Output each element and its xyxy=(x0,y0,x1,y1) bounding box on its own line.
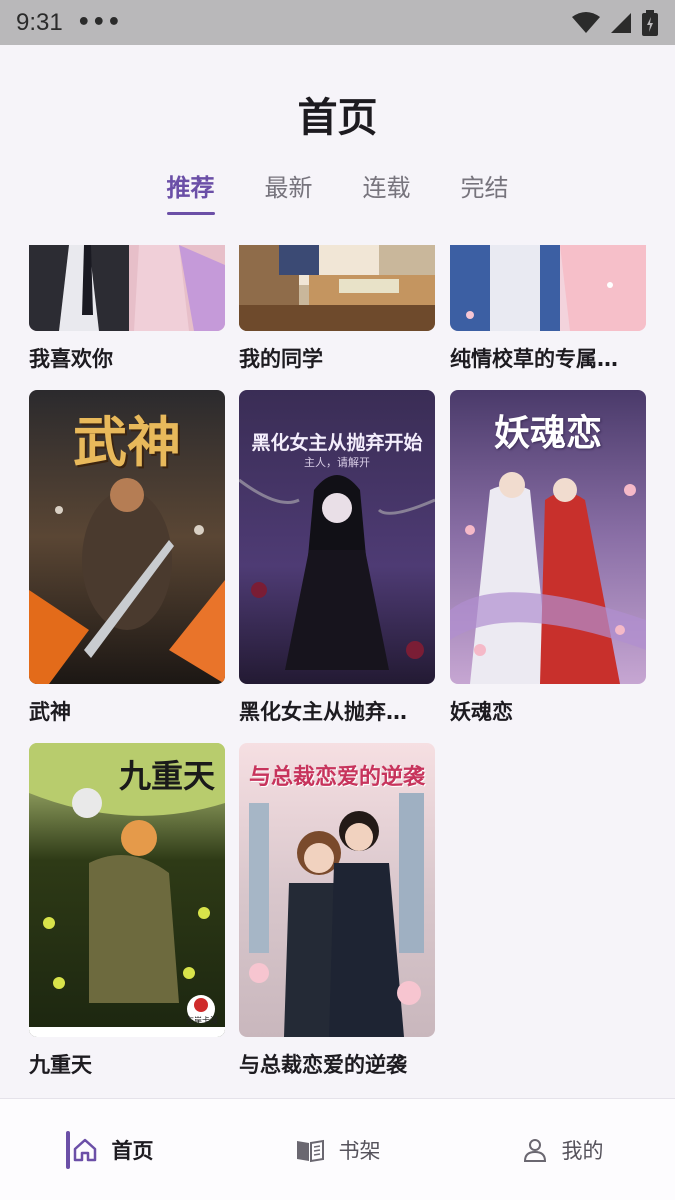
bottom-navigation: 首页 书架 我的 xyxy=(0,1098,675,1200)
book-title: 我的同学 xyxy=(239,347,323,371)
book-cover: 妖魂恋 xyxy=(450,390,646,684)
nav-bookshelf[interactable]: 书架 xyxy=(225,1135,450,1165)
book-card[interactable]: 武神 武神 xyxy=(29,390,225,730)
battery-icon xyxy=(642,9,658,36)
nav-home[interactable]: 首页 xyxy=(0,1135,225,1165)
book-title: 妖魂恋 xyxy=(450,700,513,724)
person-icon xyxy=(523,1138,546,1162)
book-title: 九重天 xyxy=(29,1053,92,1077)
cover-title-text: 与总裁恋爱的逆袭 xyxy=(248,764,425,790)
book-card[interactable]: 我喜欢你 xyxy=(29,245,225,375)
tab-completed[interactable]: 完结 xyxy=(461,168,509,211)
tab-serial[interactable]: 连载 xyxy=(363,168,411,211)
tab-latest[interactable]: 最新 xyxy=(265,168,313,211)
home-icon xyxy=(73,1138,96,1161)
book-cover: 武神 xyxy=(29,390,225,684)
book-title: 与总裁恋爱的逆袭 xyxy=(239,1053,407,1077)
book-title: 黑化女主从抛弃… xyxy=(239,700,407,724)
tab-recommend[interactable]: 推荐 xyxy=(166,168,215,215)
nav-label: 书架 xyxy=(338,1138,381,1163)
cover-title-text: 黑化女主从抛弃开始 xyxy=(251,432,423,454)
page-title: 首页 xyxy=(297,95,378,141)
book-card[interactable]: 我的同学 xyxy=(239,245,435,375)
nav-profile[interactable]: 我的 xyxy=(450,1135,675,1165)
book-title: 我喜欢你 xyxy=(29,347,113,371)
status-bar: 9:31 ••• xyxy=(0,0,675,45)
signal-icon xyxy=(611,12,631,33)
cover-title-text: 九重天 xyxy=(118,757,215,795)
wifi-icon xyxy=(572,11,600,33)
book-cover xyxy=(29,245,225,331)
status-time: 9:31 xyxy=(16,8,63,36)
book-title: 纯情校草的专属… xyxy=(450,347,618,371)
book-card[interactable]: 黑化女主从抛弃开始 主人，请解开 黑化女主从抛弃… xyxy=(239,390,435,730)
cover-title-text: 武神 xyxy=(73,410,181,474)
notification-dots-icon: ••• xyxy=(76,10,122,35)
book-card[interactable]: 九重天 左岸卡漫 九重天 xyxy=(29,743,225,1083)
cover-title-text: 妖魂恋 xyxy=(493,412,602,454)
book-cover: 九重天 左岸卡漫 xyxy=(29,743,225,1037)
category-tabs: 推荐 最新 连载 完结 xyxy=(0,168,675,215)
book-cover: 黑化女主从抛弃开始 主人，请解开 xyxy=(239,390,435,684)
cover-badge-text: 左岸卡漫 xyxy=(186,1016,218,1025)
book-title: 武神 xyxy=(29,700,71,724)
book-card[interactable]: 与总裁恋爱的逆袭 与总裁恋爱的逆袭 xyxy=(239,743,435,1083)
book-cover xyxy=(239,245,435,331)
book-cover xyxy=(450,245,646,331)
cover-subtitle-text: 主人，请解开 xyxy=(304,456,370,469)
status-icons xyxy=(571,9,659,36)
book-card[interactable]: 纯情校草的专属… xyxy=(450,245,646,375)
nav-label: 我的 xyxy=(561,1138,604,1163)
book-grid: 我喜欢你 我的同学 纯情校草的专属… 武神 武神 黑化女主从抛弃开始 主人，请解… xyxy=(0,245,675,1097)
book-card[interactable]: 妖魂恋 妖魂恋 xyxy=(450,390,646,730)
book-icon xyxy=(296,1139,324,1162)
book-cover: 与总裁恋爱的逆袭 xyxy=(239,743,435,1037)
nav-label: 首页 xyxy=(111,1138,154,1163)
